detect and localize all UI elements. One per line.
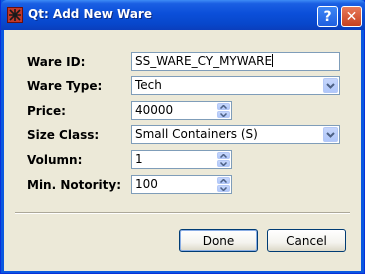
min-notority-label: Min. Notority: (27, 178, 121, 192)
size-class-value: Small Containers (S) (135, 127, 258, 141)
close-button[interactable]: ✕ (341, 6, 362, 27)
price-spinbox[interactable]: 40000 (131, 101, 232, 120)
ware-id-input[interactable]: SS_WARE_CY_MYWARE (131, 52, 340, 71)
add-new-ware-dialog: Qt: Add New Ware ? ✕ Ware ID: SS_WARE_CY… (0, 0, 365, 274)
button-separator (15, 212, 350, 214)
ware-type-label: Ware Type: (27, 79, 103, 93)
chevron-down-icon[interactable] (323, 78, 338, 93)
title-bar[interactable]: Qt: Add New Ware ? ✕ (1, 0, 365, 30)
ware-type-combobox[interactable]: Tech (131, 76, 340, 95)
size-class-label: Size Class: (27, 128, 100, 142)
arrow-down-icon[interactable] (217, 111, 230, 118)
done-button[interactable]: Done (179, 229, 258, 252)
volumn-spin-buttons (217, 152, 230, 167)
price-label: Price: (27, 104, 66, 118)
cancel-button[interactable]: Cancel (267, 229, 346, 252)
chevron-down-icon[interactable] (323, 127, 338, 142)
arrow-up-icon[interactable] (217, 177, 230, 184)
volumn-label: Volumn: (27, 153, 83, 167)
price-spin-buttons (217, 103, 230, 118)
dialog-body: Ware ID: SS_WARE_CY_MYWARE Ware Type: Te… (4, 30, 361, 271)
volumn-value: 1 (135, 152, 143, 166)
help-button[interactable]: ? (317, 6, 338, 27)
ware-type-value: Tech (135, 78, 162, 92)
arrow-up-icon[interactable] (217, 152, 230, 159)
arrow-down-icon[interactable] (217, 185, 230, 192)
ware-id-label: Ware ID: (27, 55, 86, 69)
text-caret (272, 54, 274, 67)
price-value: 40000 (135, 103, 174, 117)
min-notority-value: 100 (135, 177, 158, 191)
qt-app-icon (7, 7, 23, 23)
arrow-down-icon[interactable] (217, 160, 230, 167)
arrow-up-icon[interactable] (217, 103, 230, 110)
min-notority-spinbox[interactable]: 100 (131, 175, 232, 194)
min-notority-spin-buttons (217, 177, 230, 192)
window-title: Qt: Add New Ware (28, 7, 152, 21)
ware-id-value: SS_WARE_CY_MYWARE (135, 54, 273, 68)
size-class-combobox[interactable]: Small Containers (S) (131, 125, 340, 144)
volumn-spinbox[interactable]: 1 (131, 150, 232, 169)
